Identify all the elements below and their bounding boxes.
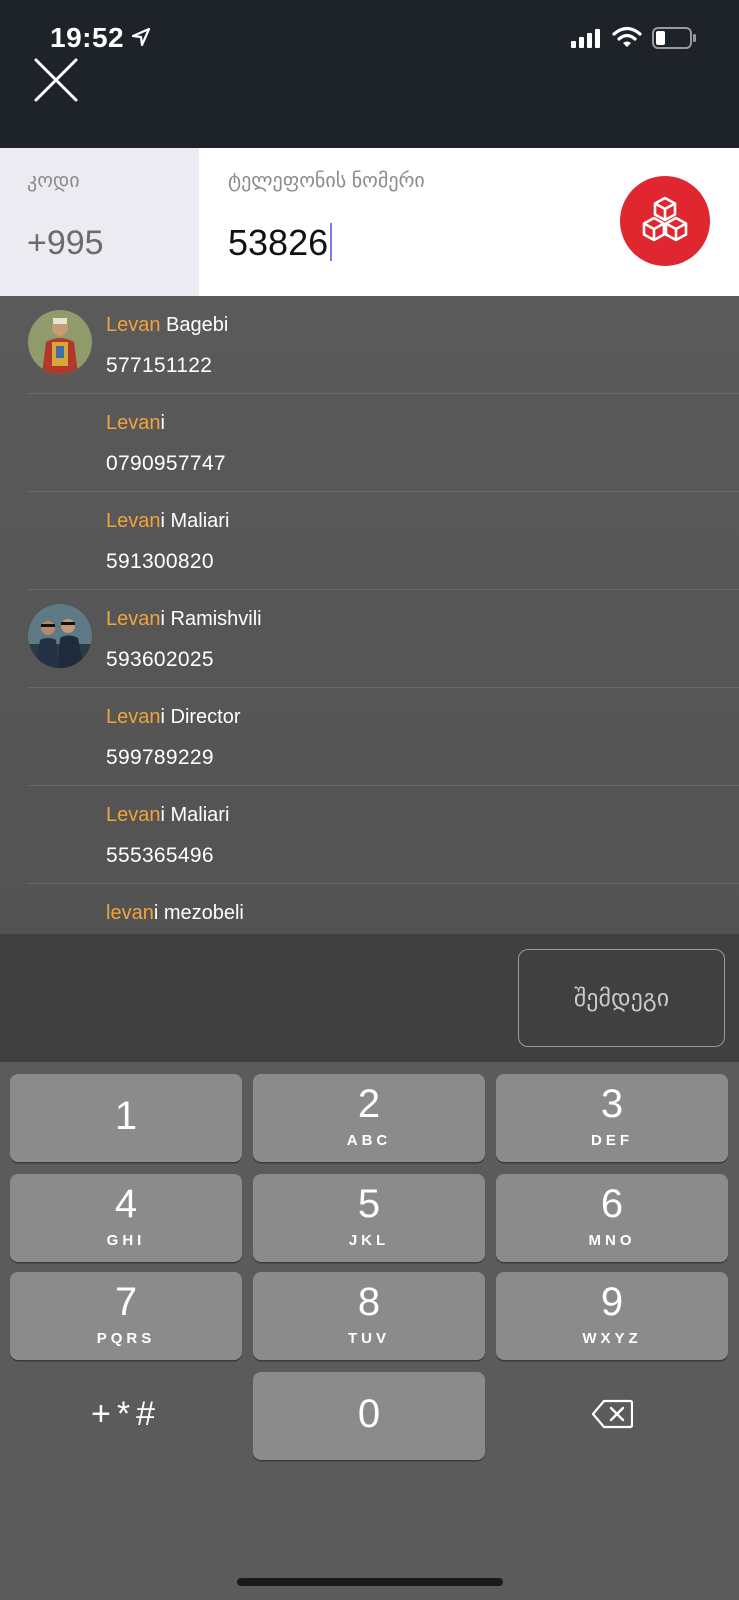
key-8[interactable]: 8 TUV (253, 1272, 485, 1360)
contact-name: Levani Ramishvili (106, 608, 262, 631)
key-digit: 1 (114, 1094, 138, 1138)
close-icon[interactable] (32, 56, 80, 104)
phone-number-label: ტელეფონის ნომერი (228, 170, 425, 192)
delete-key[interactable] (496, 1370, 728, 1458)
key-digit: 8 (357, 1280, 381, 1324)
key-4[interactable]: 4 GHI (10, 1174, 242, 1262)
phone-number-text: 53826 (228, 222, 329, 263)
contact-row[interactable]: Levani Maliari 591300820 (28, 492, 739, 590)
contact-name-rest: i Ramishvili (160, 608, 262, 630)
contact-phone: 599789229 (106, 746, 214, 769)
country-code-field[interactable]: კოდი +995 (0, 148, 199, 296)
avatar (28, 310, 92, 374)
key-9[interactable]: 9 WXYZ (496, 1272, 728, 1360)
avatar (28, 604, 92, 668)
key-6[interactable]: 6 MNO (496, 1174, 728, 1262)
contact-phone: 555365496 (106, 844, 214, 867)
key-digit: 7 (114, 1280, 138, 1324)
key-5[interactable]: 5 JKL (253, 1174, 485, 1262)
text-caret (330, 223, 333, 261)
key-digit: 4 (114, 1182, 138, 1226)
numeric-keypad: 1 2 ABC 3 DEF 4 GHI 5 JKL 6 MNO 7 PQRS 8… (0, 1062, 739, 1600)
contact-name-rest: i Maliari (160, 510, 230, 532)
key-0[interactable]: 0 (253, 1372, 485, 1460)
contact-phone: 593602025 (106, 648, 214, 671)
contact-name-rest: Bagebi (160, 314, 229, 336)
home-indicator (237, 1578, 503, 1586)
phone-number-input[interactable]: 53826 (228, 222, 333, 264)
key-2[interactable]: 2 ABC (253, 1074, 485, 1162)
key-letters: GHI (106, 1232, 146, 1249)
key-digit: 0 (357, 1392, 381, 1436)
key-3[interactable]: 3 DEF (496, 1074, 728, 1162)
phone-input-row: კოდი +995 ტელეფონის ნომერი 53826 (0, 148, 739, 296)
contact-name: levani mezobeli (106, 902, 244, 925)
contact-phone: 577151122 (106, 354, 213, 377)
contact-row[interactable]: Levani Ramishvili 593602025 (28, 590, 739, 688)
key-letters: PQRS (96, 1330, 156, 1347)
signal-icon (571, 29, 600, 48)
key-digit: 9 (600, 1280, 624, 1324)
key-letters: MNO (588, 1232, 636, 1249)
key-digit: 5 (357, 1182, 381, 1226)
key-7[interactable]: 7 PQRS (10, 1272, 242, 1360)
key-letters: DEF (591, 1132, 633, 1149)
key-letters: JKL (348, 1232, 390, 1249)
key-1[interactable]: 1 (10, 1074, 242, 1162)
top-bar: 19:52 (0, 0, 739, 148)
contact-phone: 591300820 (106, 550, 214, 573)
contact-name-match: levan (106, 902, 154, 924)
contact-name: Levani Director (106, 706, 241, 729)
contact-name-match: Levan (106, 510, 161, 532)
contacts-list: Levan Bagebi 577151122 Levani 0790957747… (0, 296, 739, 934)
contact-name: Levani Maliari (106, 510, 229, 533)
location-arrow-icon (131, 27, 151, 47)
contact-name-rest: i Maliari (160, 804, 230, 826)
next-button[interactable]: შემდეგი (518, 949, 725, 1047)
battery-icon (652, 27, 696, 49)
contact-name-match: Levan (106, 706, 161, 728)
key-symbols[interactable]: +*# (10, 1370, 242, 1458)
contact-name-rest: i mezobeli (153, 902, 244, 924)
contact-row[interactable]: Levani 0790957747 (28, 394, 739, 492)
contact-name-match: Levan (106, 314, 161, 336)
contact-name-match: Levan (106, 412, 161, 434)
wifi-icon (612, 26, 642, 47)
contact-row[interactable]: Levani Director 599789229 (28, 688, 739, 786)
contact-name-rest: i Director (160, 706, 241, 728)
contact-row[interactable]: Levani Maliari 555365496 (28, 786, 739, 884)
key-letters: ABC (346, 1132, 392, 1149)
contact-phone: 0790957747 (106, 452, 226, 475)
contact-name-match: Levan (106, 608, 161, 630)
contact-row[interactable]: Levan Bagebi 577151122 (28, 296, 739, 394)
next-bar: შემდეგი (0, 934, 739, 1062)
contact-row[interactable]: levani mezobeli (28, 884, 739, 934)
contact-name-rest: i (160, 412, 165, 434)
key-digit: 2 (357, 1082, 381, 1126)
status-time: 19:52 (50, 22, 125, 53)
country-code-value: +995 (27, 224, 104, 262)
contact-name: Levan Bagebi (106, 314, 228, 337)
brand-cubes-icon (642, 196, 688, 242)
contact-name-match: Levan (106, 804, 161, 826)
contact-name: Levani Maliari (106, 804, 229, 827)
backspace-icon (591, 1399, 633, 1429)
country-code-label: კოდი (27, 170, 80, 192)
key-letters: TUV (348, 1330, 390, 1347)
key-digit: 3 (600, 1082, 624, 1126)
brand-logo-button[interactable] (620, 176, 710, 266)
contact-name: Levani (106, 412, 165, 435)
key-digit: 6 (600, 1182, 624, 1226)
key-letters: WXYZ (582, 1330, 642, 1347)
